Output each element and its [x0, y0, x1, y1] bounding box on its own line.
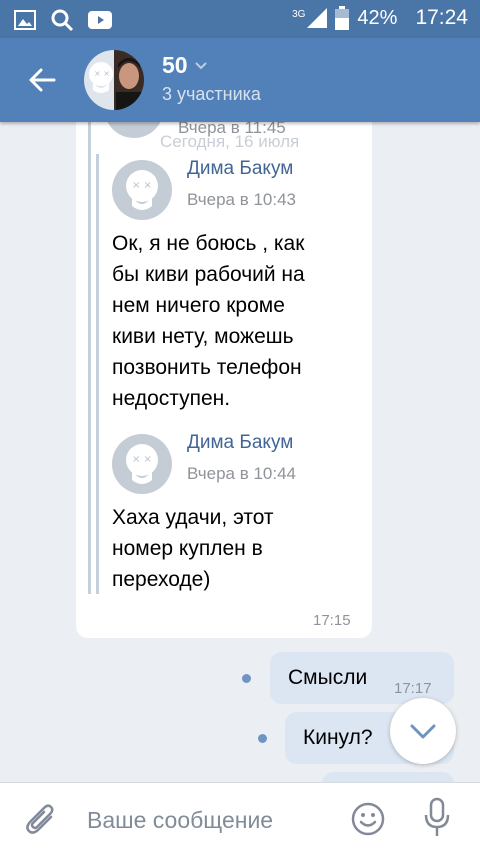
text-line: бы киви рабочий на [112, 263, 305, 286]
battery-percent: 42% [357, 6, 398, 29]
forward-text: Хаха удачи, этот номер куплен в переходе… [112, 502, 274, 595]
chevron-down-icon [410, 724, 436, 739]
forward-author[interactable]: Дима Бакум [187, 158, 293, 180]
paperclip-icon[interactable] [24, 801, 58, 837]
forward-author[interactable]: Дима Бакум [187, 432, 293, 454]
avatar [104, 122, 164, 138]
unread-dot [258, 734, 267, 743]
date-separator: Сегодня, 16 июля [160, 132, 300, 151]
forward-line [88, 122, 91, 594]
text-line: недоступен. [112, 387, 231, 410]
chat-header: × × 50 3 участника [0, 38, 480, 122]
forward-time: Вчера в 10:43 [187, 190, 297, 209]
search-icon [51, 9, 74, 32]
message-list[interactable]: Вчера в 11:45 Сегодня, 16 июля × × Дима … [0, 122, 480, 782]
message-text: Смысли [288, 666, 368, 689]
avatar[interactable]: × × [112, 160, 172, 220]
gallery-icon [14, 10, 36, 30]
chat-title-text: 50 [162, 52, 188, 78]
avatar[interactable]: × × [112, 434, 172, 494]
message-time: 17:15 [313, 612, 351, 629]
chevron-down-icon[interactable] [194, 61, 208, 71]
default-avatar-icon: × × [126, 444, 158, 484]
svg-text:× ×: × × [132, 454, 152, 465]
text-line: Ок, я не боюсь , как [112, 232, 305, 255]
chat-title[interactable]: 50 [162, 52, 208, 79]
incoming-message[interactable]: Вчера в 11:45 Сегодня, 16 июля × × Дима … [76, 122, 372, 638]
forward-text: Ок, я не боюсь , как бы киви рабочий на … [112, 228, 305, 414]
message-time: 17:17 [394, 680, 432, 697]
text-line: переходе) [112, 568, 211, 591]
back-arrow-icon[interactable] [26, 64, 58, 96]
outgoing-message[interactable]: Смысли 17:17 [270, 652, 454, 704]
svg-text:× ×: × × [132, 180, 152, 191]
text-line: нем ничего кроме [112, 294, 285, 317]
scroll-down-button[interactable] [390, 698, 456, 764]
message-input-bar: Ваше сообщение [0, 782, 480, 855]
status-bar: 3G 42% 17:24 [0, 0, 480, 38]
default-avatar-icon [104, 122, 164, 138]
svg-text:× ×: × × [94, 69, 110, 78]
outgoing-message[interactable] [322, 772, 454, 782]
microphone-icon[interactable] [422, 797, 452, 839]
smile-icon[interactable] [350, 801, 386, 837]
network-type: 3G [292, 8, 306, 20]
unread-dot [242, 674, 251, 683]
avatar-composite-icon: × × [84, 50, 144, 110]
message-text: Кинул? [303, 726, 373, 749]
forward-time: Вчера в 10:44 [187, 464, 297, 483]
default-avatar-icon: × × [126, 170, 158, 210]
clock: 17:24 [415, 6, 468, 29]
text-line: Хаха удачи, этот [112, 506, 274, 529]
text-line: позвонить телефон [112, 356, 302, 379]
message-input[interactable]: Ваше сообщение [87, 807, 273, 834]
text-line: киви нету, можешь [112, 325, 294, 348]
signal-icon [307, 8, 328, 28]
chat-subtitle: 3 участника [162, 84, 261, 104]
forward-line-inner [96, 154, 99, 594]
text-line: номер куплен в [112, 537, 263, 560]
battery-icon [335, 6, 350, 30]
youtube-icon [88, 11, 112, 29]
group-avatar[interactable]: × × [84, 50, 144, 110]
